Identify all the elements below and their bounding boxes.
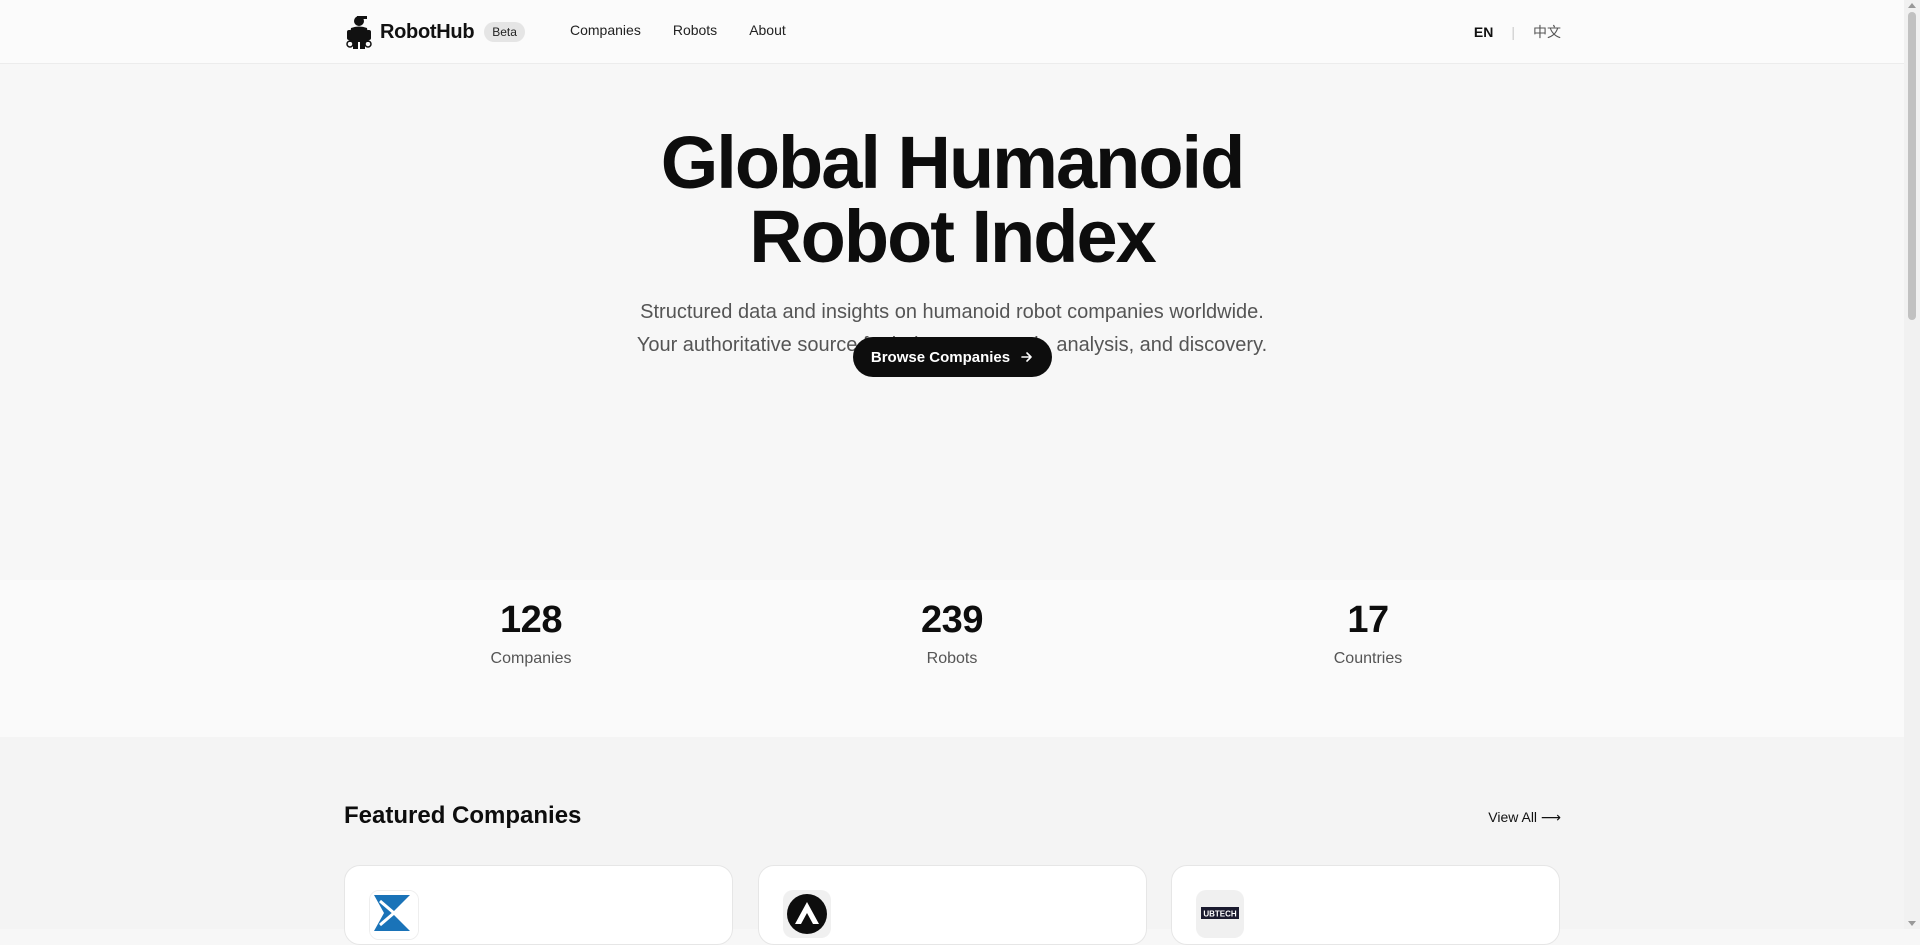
company-logo (369, 890, 419, 940)
scroll-down-icon[interactable] (1908, 921, 1916, 926)
company-card[interactable] (758, 865, 1147, 945)
brand[interactable]: RobotHub Beta (344, 14, 525, 50)
arrow-right-icon (1021, 352, 1032, 362)
stat-robots: 239 Robots (802, 598, 1102, 668)
beta-badge: Beta (484, 22, 525, 42)
stat-value: 128 (500, 599, 562, 641)
stat-value: 239 (921, 599, 983, 641)
nav-link-companies[interactable]: Companies (570, 22, 641, 38)
stats-section: 128 Companies 239 Robots 17 Countries (0, 580, 1904, 737)
company-logo (783, 890, 831, 938)
hero-subtitle-line-1: Structured data and insights on humanoid… (640, 301, 1264, 323)
stat-label: Countries (1333, 650, 1403, 667)
nav-links: Companies Robots About (570, 22, 786, 38)
stat-label: Companies (490, 650, 572, 667)
featured-companies-title: Featured Companies (344, 802, 582, 829)
view-all-link[interactable]: View All ⟶ (1488, 809, 1561, 826)
lang-en-button[interactable]: EN (1474, 24, 1493, 40)
featured-companies-section: Featured Companies View All ⟶ UBTECH (0, 737, 1904, 945)
company-logo: UBTECH (1196, 890, 1244, 938)
ubtech-logo-icon: UBTECH (1201, 907, 1239, 919)
stat-countries: 17 Countries (1218, 598, 1518, 668)
ubtech-logo-text: UBTECH (1203, 910, 1237, 919)
nav-link-robots[interactable]: Robots (673, 22, 717, 38)
brand-name[interactable]: RobotHub (380, 21, 475, 44)
black-triangle-logo-icon (787, 894, 827, 934)
company-card[interactable] (344, 865, 733, 945)
stat-companies: 128 Companies (381, 598, 681, 668)
lang-zh-button[interactable]: 中文 (1533, 22, 1561, 42)
language-switcher: EN | 中文 (1474, 22, 1561, 42)
scroll-up-icon[interactable] (1908, 3, 1916, 8)
nav-link-about[interactable]: About (749, 22, 786, 38)
top-navbar: RobotHub Beta Companies Robots About EN … (0, 0, 1904, 64)
stat-label: Robots (926, 650, 978, 667)
scrollbar-thumb[interactable] (1908, 12, 1916, 320)
robot-logo-icon (346, 16, 372, 49)
browse-companies-label: Browse Companies (870, 348, 1011, 366)
lang-separator: | (1511, 24, 1515, 40)
stat-value: 17 (1347, 599, 1389, 641)
page-scrollbar[interactable] (1904, 0, 1920, 929)
company-card[interactable]: UBTECH (1171, 865, 1560, 945)
hero-title-line-1: Global Humanoid (660, 121, 1246, 204)
browse-companies-button[interactable]: Browse Companies (853, 337, 1052, 377)
blue-chevron-logo-icon (370, 891, 418, 939)
hero-title-line-2: Robot Index (749, 195, 1157, 278)
hero-title: Global Humanoid Robot Index (0, 126, 1904, 274)
